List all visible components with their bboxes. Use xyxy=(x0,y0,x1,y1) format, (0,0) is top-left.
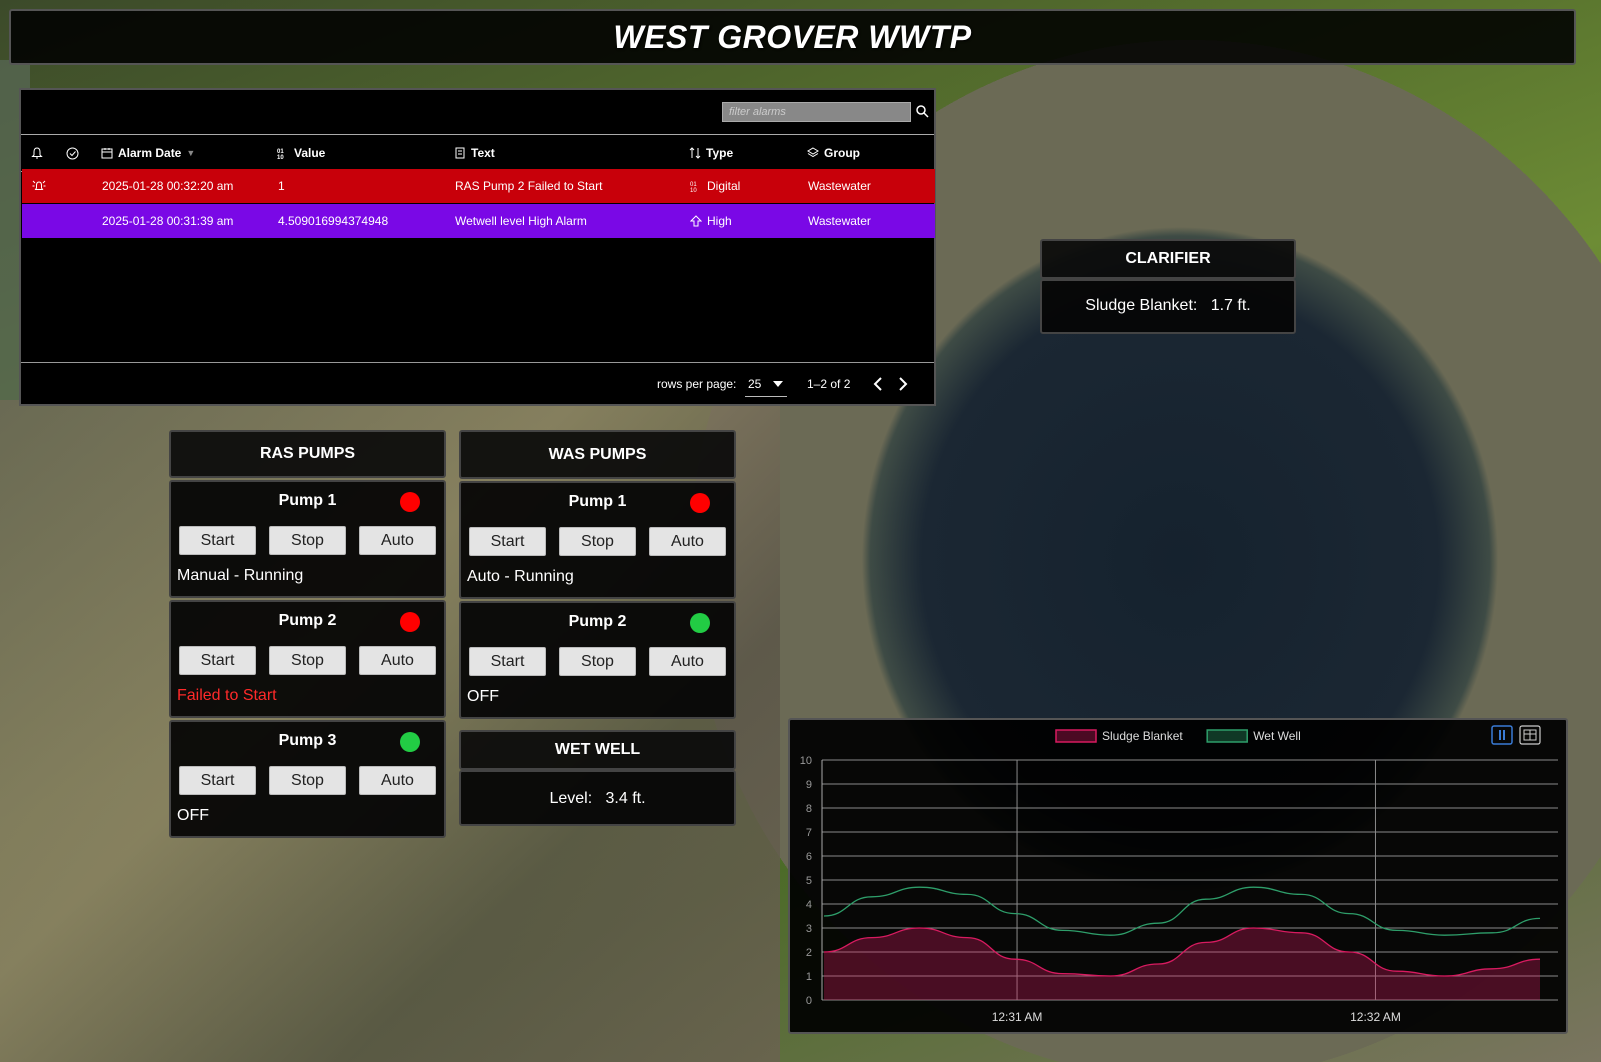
wet-well-card: Level: 3.4 ft. xyxy=(459,770,736,826)
legend-swatch[interactable] xyxy=(1055,729,1097,743)
y-tick-label: 5 xyxy=(806,875,812,887)
table-row[interactable]: 2025-01-28 00:32:20 am 1 RAS Pump 2 Fail… xyxy=(22,169,935,203)
start-button[interactable]: Start xyxy=(469,527,546,556)
pump-status-indicator xyxy=(400,492,420,512)
sludge-blanket-label: Sludge Blanket: xyxy=(1085,297,1198,314)
next-page-icon[interactable] xyxy=(898,363,908,405)
alarm-table: Alarm Date ▼ 0110 Value Text Type Group … xyxy=(19,88,936,406)
rows-per-page-select[interactable]: 25 xyxy=(745,372,787,397)
acknowledge-icon[interactable] xyxy=(66,135,79,171)
column-type[interactable]: Type xyxy=(689,135,733,171)
digital-type-icon: 0110 xyxy=(690,182,697,192)
table-row[interactable]: 2025-01-28 00:31:39 am 4.509016994374948… xyxy=(22,204,935,238)
auto-button[interactable]: Auto xyxy=(359,766,436,795)
legend-swatch[interactable] xyxy=(1206,729,1248,743)
legend-label[interactable]: Wet Well xyxy=(1253,729,1301,743)
y-tick-label: 6 xyxy=(806,851,812,863)
table-pagination: rows per page: 25 1–2 of 2 xyxy=(21,362,934,405)
wet-well-level-value: 3.4 ft. xyxy=(605,790,646,807)
active-alarm-icon xyxy=(32,169,46,203)
pump-status-text: OFF xyxy=(177,807,209,824)
clarifier-header: CLARIFIER xyxy=(1040,239,1296,279)
ras-pump-card: Pump 1 Start Stop Auto Manual - Running xyxy=(169,480,446,598)
wet-well-header: WET WELL xyxy=(459,730,736,770)
pause-icon[interactable] xyxy=(1491,725,1513,745)
legend-label[interactable]: Sludge Blanket xyxy=(1102,729,1183,743)
auto-button[interactable]: Auto xyxy=(649,647,726,676)
start-button[interactable]: Start xyxy=(179,766,256,795)
layers-icon xyxy=(807,147,819,158)
pump-status-text: Failed to Start xyxy=(177,687,277,704)
ras-pump-card: Pump 2 Start Stop Auto Failed to Start xyxy=(169,600,446,718)
page-range: 1–2 of 2 xyxy=(807,377,851,391)
pump-status-text: Manual - Running xyxy=(177,567,304,584)
pump-status-text: OFF xyxy=(467,688,499,705)
dropdown-arrow-icon xyxy=(773,381,784,387)
y-tick-label: 1 xyxy=(806,971,812,983)
auto-button[interactable]: Auto xyxy=(359,646,436,675)
sludge-blanket-value: 1.7 ft. xyxy=(1210,297,1251,314)
pump-status-indicator xyxy=(690,613,710,633)
clarifier-card: Sludge Blanket: 1.7 ft. xyxy=(1040,279,1296,334)
y-tick-label: 0 xyxy=(806,995,812,1007)
pause-icon-bar xyxy=(1499,730,1501,740)
x-tick-label: 12:32 AM xyxy=(1350,1010,1401,1024)
trend-chart-svg: 0 1 2 3 4 5 6 7 8 9 10 12:31 AM 12:32 AM Sludge Blank… xyxy=(800,725,1558,1024)
column-value[interactable]: 01 10 Value xyxy=(277,135,325,171)
stop-button[interactable]: Stop xyxy=(559,527,636,556)
alarm-table-header: Alarm Date ▼ 01 10 Value Text Type Group xyxy=(21,134,934,172)
y-tick-label: 7 xyxy=(806,827,812,839)
stop-button[interactable]: Stop xyxy=(559,647,636,676)
column-text[interactable]: Text xyxy=(454,135,495,171)
sort-arrows-icon xyxy=(689,147,701,159)
wet-well-level-label: Level: xyxy=(549,790,593,807)
start-button[interactable]: Start xyxy=(469,647,546,676)
series-area-sludge-blanket xyxy=(824,928,1540,1000)
title-bar: WEST GROVER WWTP xyxy=(9,9,1576,65)
rows-per-page-label: rows per page: xyxy=(657,377,737,391)
auto-button[interactable]: Auto xyxy=(649,527,726,556)
svg-text:10: 10 xyxy=(690,188,697,192)
y-tick-label: 9 xyxy=(806,779,812,791)
pump-status-indicator xyxy=(400,612,420,632)
svg-text:10: 10 xyxy=(277,155,284,159)
page-title: WEST GROVER WWTP xyxy=(613,18,972,55)
y-tick-label: 2 xyxy=(806,947,812,959)
pump-status-indicator xyxy=(400,732,420,752)
column-alarm-date[interactable]: Alarm Date ▼ xyxy=(101,135,195,171)
high-arrow-icon xyxy=(690,215,702,227)
was-pumps-header: WAS PUMPS xyxy=(459,430,736,479)
start-button[interactable]: Start xyxy=(179,526,256,555)
sort-desc-icon: ▼ xyxy=(186,148,196,158)
y-tick-label: 3 xyxy=(806,923,812,935)
y-tick-label: 8 xyxy=(806,803,812,815)
document-icon xyxy=(455,147,465,159)
pause-icon-bar xyxy=(1503,730,1505,740)
stop-button[interactable]: Stop xyxy=(269,646,346,675)
pump-status-text: Auto - Running xyxy=(467,568,574,585)
was-pump-card: Pump 1 Start Stop Auto Auto - Running xyxy=(459,481,736,599)
auto-button[interactable]: Auto xyxy=(359,526,436,555)
calendar-icon xyxy=(101,148,113,159)
pump-status-indicator xyxy=(690,493,710,513)
ras-pumps-header: RAS PUMPS xyxy=(169,430,446,478)
trend-chart: 0 1 2 3 4 5 6 7 8 9 10 12:31 AM 12:32 AM Sludge Blank… xyxy=(788,718,1568,1034)
stop-button[interactable]: Stop xyxy=(269,766,346,795)
stop-button[interactable]: Stop xyxy=(269,526,346,555)
start-button[interactable]: Start xyxy=(179,646,256,675)
search-icon[interactable] xyxy=(915,104,929,118)
column-group[interactable]: Group xyxy=(807,135,860,171)
bell-icon[interactable] xyxy=(31,135,43,171)
alarm-filter-input[interactable] xyxy=(722,102,911,122)
prev-page-icon[interactable] xyxy=(873,363,883,405)
digital-value-icon: 0110 xyxy=(277,149,284,159)
ras-pump-card: Pump 3 Start Stop Auto OFF xyxy=(169,720,446,838)
y-tick-label: 10 xyxy=(800,755,812,767)
y-tick-label: 4 xyxy=(806,899,812,911)
x-tick-label: 12:31 AM xyxy=(992,1010,1043,1024)
was-pump-card: Pump 2 Start Stop Auto OFF xyxy=(459,601,736,719)
